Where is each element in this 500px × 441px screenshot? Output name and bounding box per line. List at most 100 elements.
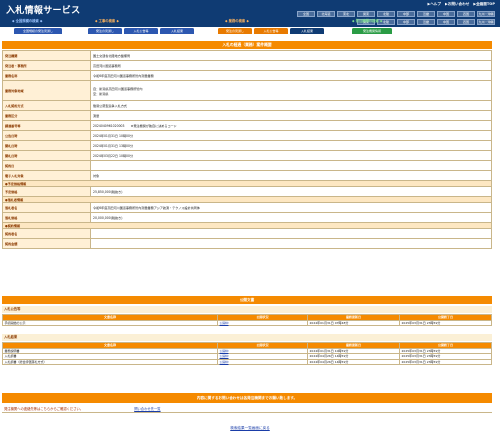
field-label: 業務対象地域: [2, 80, 91, 101]
field-label: 発注者・事務所: [2, 60, 91, 71]
field-value: 2024年01月31日 10時00分: [90, 130, 492, 141]
field-value: [90, 238, 492, 249]
table-row: 発注機関 国土交通省北陸地方整備局: [2, 50, 492, 61]
table-row: 公告日時 2024年01月31日 10時00分: [2, 130, 492, 141]
region-tab[interactable]: 四国: [457, 19, 475, 25]
field-value: 簡易公募型競争入札方式: [90, 100, 492, 111]
field-value: 2024040961020003 ★発注機関が独自に決めるコード: [90, 120, 492, 131]
region-tab[interactable]: 九州・沖縄: [477, 11, 495, 17]
app-title: 入札情報サービス: [6, 5, 81, 15]
back-to-results-link[interactable]: 検索結果一覧画面に戻る: [0, 426, 500, 431]
field-value: 対象: [90, 170, 492, 181]
doc-updated: 2024年01月31日 07時48分: [307, 319, 400, 326]
table-row: 契約者名: [2, 228, 492, 239]
doc-status-link[interactable]: 公開中: [217, 319, 308, 326]
section-label-national: ◆ 全国規模の検索 ◆: [12, 19, 43, 23]
table-row: 調達番号等 2024040961020003 ★発注機関が独自に決めるコード: [2, 120, 492, 131]
region-tab[interactable]: 中部: [397, 19, 415, 25]
region-tab[interactable]: 四国: [457, 11, 475, 17]
field-label: 公告日時: [2, 130, 91, 141]
region-tab[interactable]: 中国: [437, 19, 455, 25]
tab-works-notice[interactable]: 入札公告等: [124, 28, 158, 34]
region-tab[interactable]: 近畿: [417, 11, 435, 17]
table-row: 入札契約方式 簡易公募型競争入札方式: [2, 100, 492, 111]
contact-list-link[interactable]: 問い合わせ先一覧: [134, 407, 160, 411]
field-label: 契約金額: [2, 238, 91, 249]
region-tab[interactable]: 中国: [437, 11, 455, 17]
table-row: 予定価格 25,850,000(税抜き): [2, 186, 492, 197]
doc-end: 2025年03月31日 23時59分: [399, 319, 492, 326]
region-tab[interactable]: 九州・沖縄: [477, 19, 495, 25]
section-label-services: ◆ 業務の検索 ◆: [225, 19, 249, 23]
field-label: 落札価格: [2, 212, 91, 223]
tab-services-result[interactable]: 入札結果: [290, 28, 324, 34]
field-value: 測量: [90, 110, 492, 121]
table-row: 落札価格 20,000,000(税抜き): [2, 212, 492, 223]
table-row: 手続開始の公示 公開中 2024年01月31日 07時48分 2025年03月3…: [2, 319, 492, 326]
result-table: 文書名称 公開状況 最終更新日 公開終了日 業務説明書 公開中 2024年01月…: [2, 342, 492, 365]
region-tabs-top: 全国 北海道 東北 関東 北陸 中部 近畿 中国 四国 九州・沖縄: [297, 11, 495, 17]
table-row: 開札日時 2024年01月31日 13時00分: [2, 140, 492, 151]
field-label: 落札者名: [2, 202, 91, 213]
tab-national-outlook[interactable]: 全国規模の発注見通し: [14, 28, 62, 34]
field-label: 電子入札対象: [2, 170, 91, 181]
contact-row: 発注機関への連絡先等はこちらからご確認ください。 問い合わせ先一覧: [2, 405, 492, 413]
field-label: 予定価格: [2, 186, 91, 197]
publications-heading: 公開文書: [2, 296, 492, 304]
table-row: 業務名称 令和6年度高田河川国道事務所管内測量業務: [2, 70, 492, 81]
section-label-works: ◆ 工事の検索 ◆: [95, 19, 119, 23]
table-row: 入札調書（総合評価落札方式） 公開中 2024年04月26日 14時59分 20…: [2, 358, 492, 365]
table-row: 業務区分 測量: [2, 110, 492, 121]
field-value: 自：新潟県高田河川国道事務所管内 至：新潟県: [90, 80, 492, 101]
field-label: 業務名称: [2, 70, 91, 81]
field-value: [90, 228, 492, 239]
field-value: [90, 160, 492, 171]
doc-name: 入札調書（総合評価落札方式）: [2, 358, 218, 365]
table-row: 電子入札対象 対象: [2, 170, 492, 181]
table-row: 契約日: [2, 160, 492, 171]
region-tab[interactable]: 北陸: [377, 11, 395, 17]
field-value: 20,000,000(税抜き): [90, 212, 492, 223]
field-value: 令和6年度高田河川国道事務所管内測量業務: [90, 70, 492, 81]
field-label: 契約者名: [2, 228, 91, 239]
region-tab[interactable]: 関東: [357, 11, 375, 17]
tab-org-info[interactable]: 発注機関情報: [352, 28, 392, 34]
contact-link[interactable]: ▶お問い合わせ: [445, 2, 469, 7]
field-label: 発注機関: [2, 50, 91, 61]
tab-services-notice[interactable]: 入札公告等: [254, 28, 288, 34]
bid-notice-table: 文書名称 公開状況 最終更新日 公開終了日 手続開始の公示 公開中 2024年0…: [2, 314, 492, 326]
region-tab[interactable]: 近畿: [417, 19, 435, 25]
section-label-orgs: ◆ 発注機関の検索 ◆: [352, 19, 383, 23]
field-label: 入札契約方式: [2, 100, 91, 111]
page-title: 入札の経過（業務）案件概要: [2, 41, 492, 49]
field-label: 契約日: [2, 160, 91, 171]
doc-updated: 2024年04月26日 14時59分: [307, 358, 400, 365]
top-link[interactable]: ▶全画面TOP: [473, 2, 495, 7]
app-header: 入札情報サービス ▶ヘルプ ▶お問い合わせ ▶全画面TOP 全国 北海道 東北 …: [0, 0, 500, 27]
doc-status-link[interactable]: 公開中: [217, 358, 308, 365]
region-tab[interactable]: 北海道: [317, 11, 335, 17]
field-value: 2024年01月31日 13時00分: [90, 140, 492, 151]
tab-works-outlook[interactable]: 発注の見通し: [88, 28, 122, 34]
field-value: 高田河川国道事務所: [90, 60, 492, 71]
region-tab[interactable]: 全国: [297, 11, 315, 17]
field-value: 2024年03月22日 10時00分: [90, 150, 492, 161]
doc-end: 2025年03月31日 23時59分: [399, 358, 492, 365]
table-row: 開札日時 2024年03月22日 10時00分: [2, 150, 492, 161]
tab-works-result[interactable]: 入札結果: [160, 28, 194, 34]
table-row: 発注者・事務所 高田河川国道事務所: [2, 60, 492, 71]
field-value: 令和6年度高田河川国道事務所管内測量業務アジア航測・テクノス設計共同体: [90, 202, 492, 213]
region-tab[interactable]: 中部: [397, 11, 415, 17]
header-links: ▶ヘルプ ▶お問い合わせ ▶全画面TOP: [427, 2, 495, 7]
field-value: 国土交通省北陸地方整備局: [90, 50, 492, 61]
help-link[interactable]: ▶ヘルプ: [427, 2, 441, 7]
bid-notice-group: 入札公告等: [2, 306, 492, 313]
field-label: 開札日時: [2, 140, 91, 151]
doc-name: 手続開始の公示: [2, 319, 218, 326]
table-row: 落札者名 令和6年度高田河川国道事務所管内測量業務アジア航測・テクノス設計共同体: [2, 202, 492, 213]
field-value: 25,850,000(税抜き): [90, 186, 492, 197]
field-label: 調達番号等: [2, 120, 91, 131]
detail-table: 発注機関 国土交通省北陸地方整備局 発注者・事務所 高田河川国道事務所 業務名称 令和…: [2, 50, 492, 249]
region-tab[interactable]: 東北: [337, 11, 355, 17]
tab-services-outlook[interactable]: 発注の見通し: [218, 28, 252, 34]
